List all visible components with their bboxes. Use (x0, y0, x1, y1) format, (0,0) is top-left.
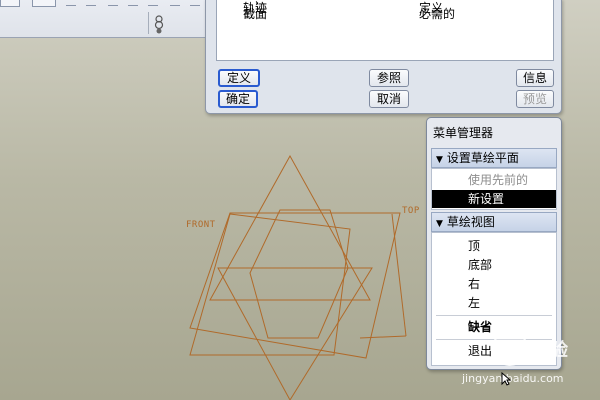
menu-manager: 菜单管理器 ▼ 设置草绘平面 使用先前的 新设置 ▼ 草绘视图 顶 底部 右 左 缺… (426, 117, 562, 370)
menu-item-left[interactable]: 左 (432, 294, 556, 312)
menu-item-default[interactable]: 缺省 (432, 318, 556, 336)
toolbar-separator (86, 0, 96, 6)
top-toolbar (0, 0, 210, 38)
toolbar-button[interactable] (32, 0, 56, 7)
plane-edge-line (391, 213, 407, 337)
toolbar-separator (148, 0, 158, 6)
ok-button[interactable]: 确定 (218, 90, 258, 108)
menu-divider (436, 315, 552, 316)
menu-item-use-previous[interactable]: 使用先前的 (432, 171, 556, 189)
arrow-cursor-icon (501, 371, 512, 389)
toolbar-separator (128, 0, 138, 6)
menu-item-bottom[interactable]: 底部 (432, 256, 556, 274)
setup-plane-header[interactable]: ▼ 设置草绘平面 (431, 148, 557, 168)
element-status: 必需的 (419, 7, 456, 21)
cancel-button[interactable]: 取消 (369, 90, 409, 108)
toolbar-separator (108, 0, 118, 6)
plane-edge-line (359, 335, 407, 339)
toolbar-button[interactable] (0, 0, 20, 7)
toolbar-separator (66, 0, 76, 6)
toolbar-separator (190, 0, 200, 6)
list-item[interactable]: 截面 必需的 (243, 7, 455, 21)
spool-icon[interactable] (152, 14, 166, 34)
hexagon (249, 209, 349, 339)
watermark-url: jingyan.baidu.com (462, 372, 564, 385)
preview-button[interactable]: 预览 (516, 90, 554, 108)
element-list: › 轨迹 定义 截面 必需的 (216, 0, 554, 61)
front-plane (189, 213, 351, 356)
section-label: 草绘视图 (446, 215, 495, 229)
toolbar-separator (170, 0, 180, 6)
info-button[interactable]: 信息 (516, 69, 554, 87)
watermark-name: 经验 (530, 340, 570, 361)
triangle-down-icon: ▼ (436, 155, 443, 165)
front-label: FRONT (186, 220, 216, 230)
triangle-down (217, 267, 373, 400)
menu-item-right[interactable]: 右 (432, 275, 556, 293)
toolbar-divider (148, 12, 149, 34)
menu-item-new-setup[interactable]: 新设置 (432, 190, 556, 208)
references-button[interactable]: 参照 (369, 69, 409, 87)
element-name: 截面 (243, 7, 268, 21)
watermark-logo (492, 330, 528, 366)
triangle-down-icon: ▼ (436, 219, 443, 229)
section-label: 设置草绘平面 (446, 151, 519, 165)
menu-item-top[interactable]: 顶 (432, 237, 556, 255)
top-plane (189, 212, 401, 359)
setup-plane-panel: 使用先前的 新设置 (431, 168, 557, 210)
feature-dialog: › 轨迹 定义 截面 必需的 定义 参照 信息 确定 取消 预览 (205, 0, 562, 114)
top-label: TOP (402, 206, 420, 216)
define-button[interactable]: 定义 (218, 69, 260, 87)
menu-manager-title: 菜单管理器 (433, 126, 494, 140)
sketch-view-header[interactable]: ▼ 草绘视图 (431, 212, 557, 232)
